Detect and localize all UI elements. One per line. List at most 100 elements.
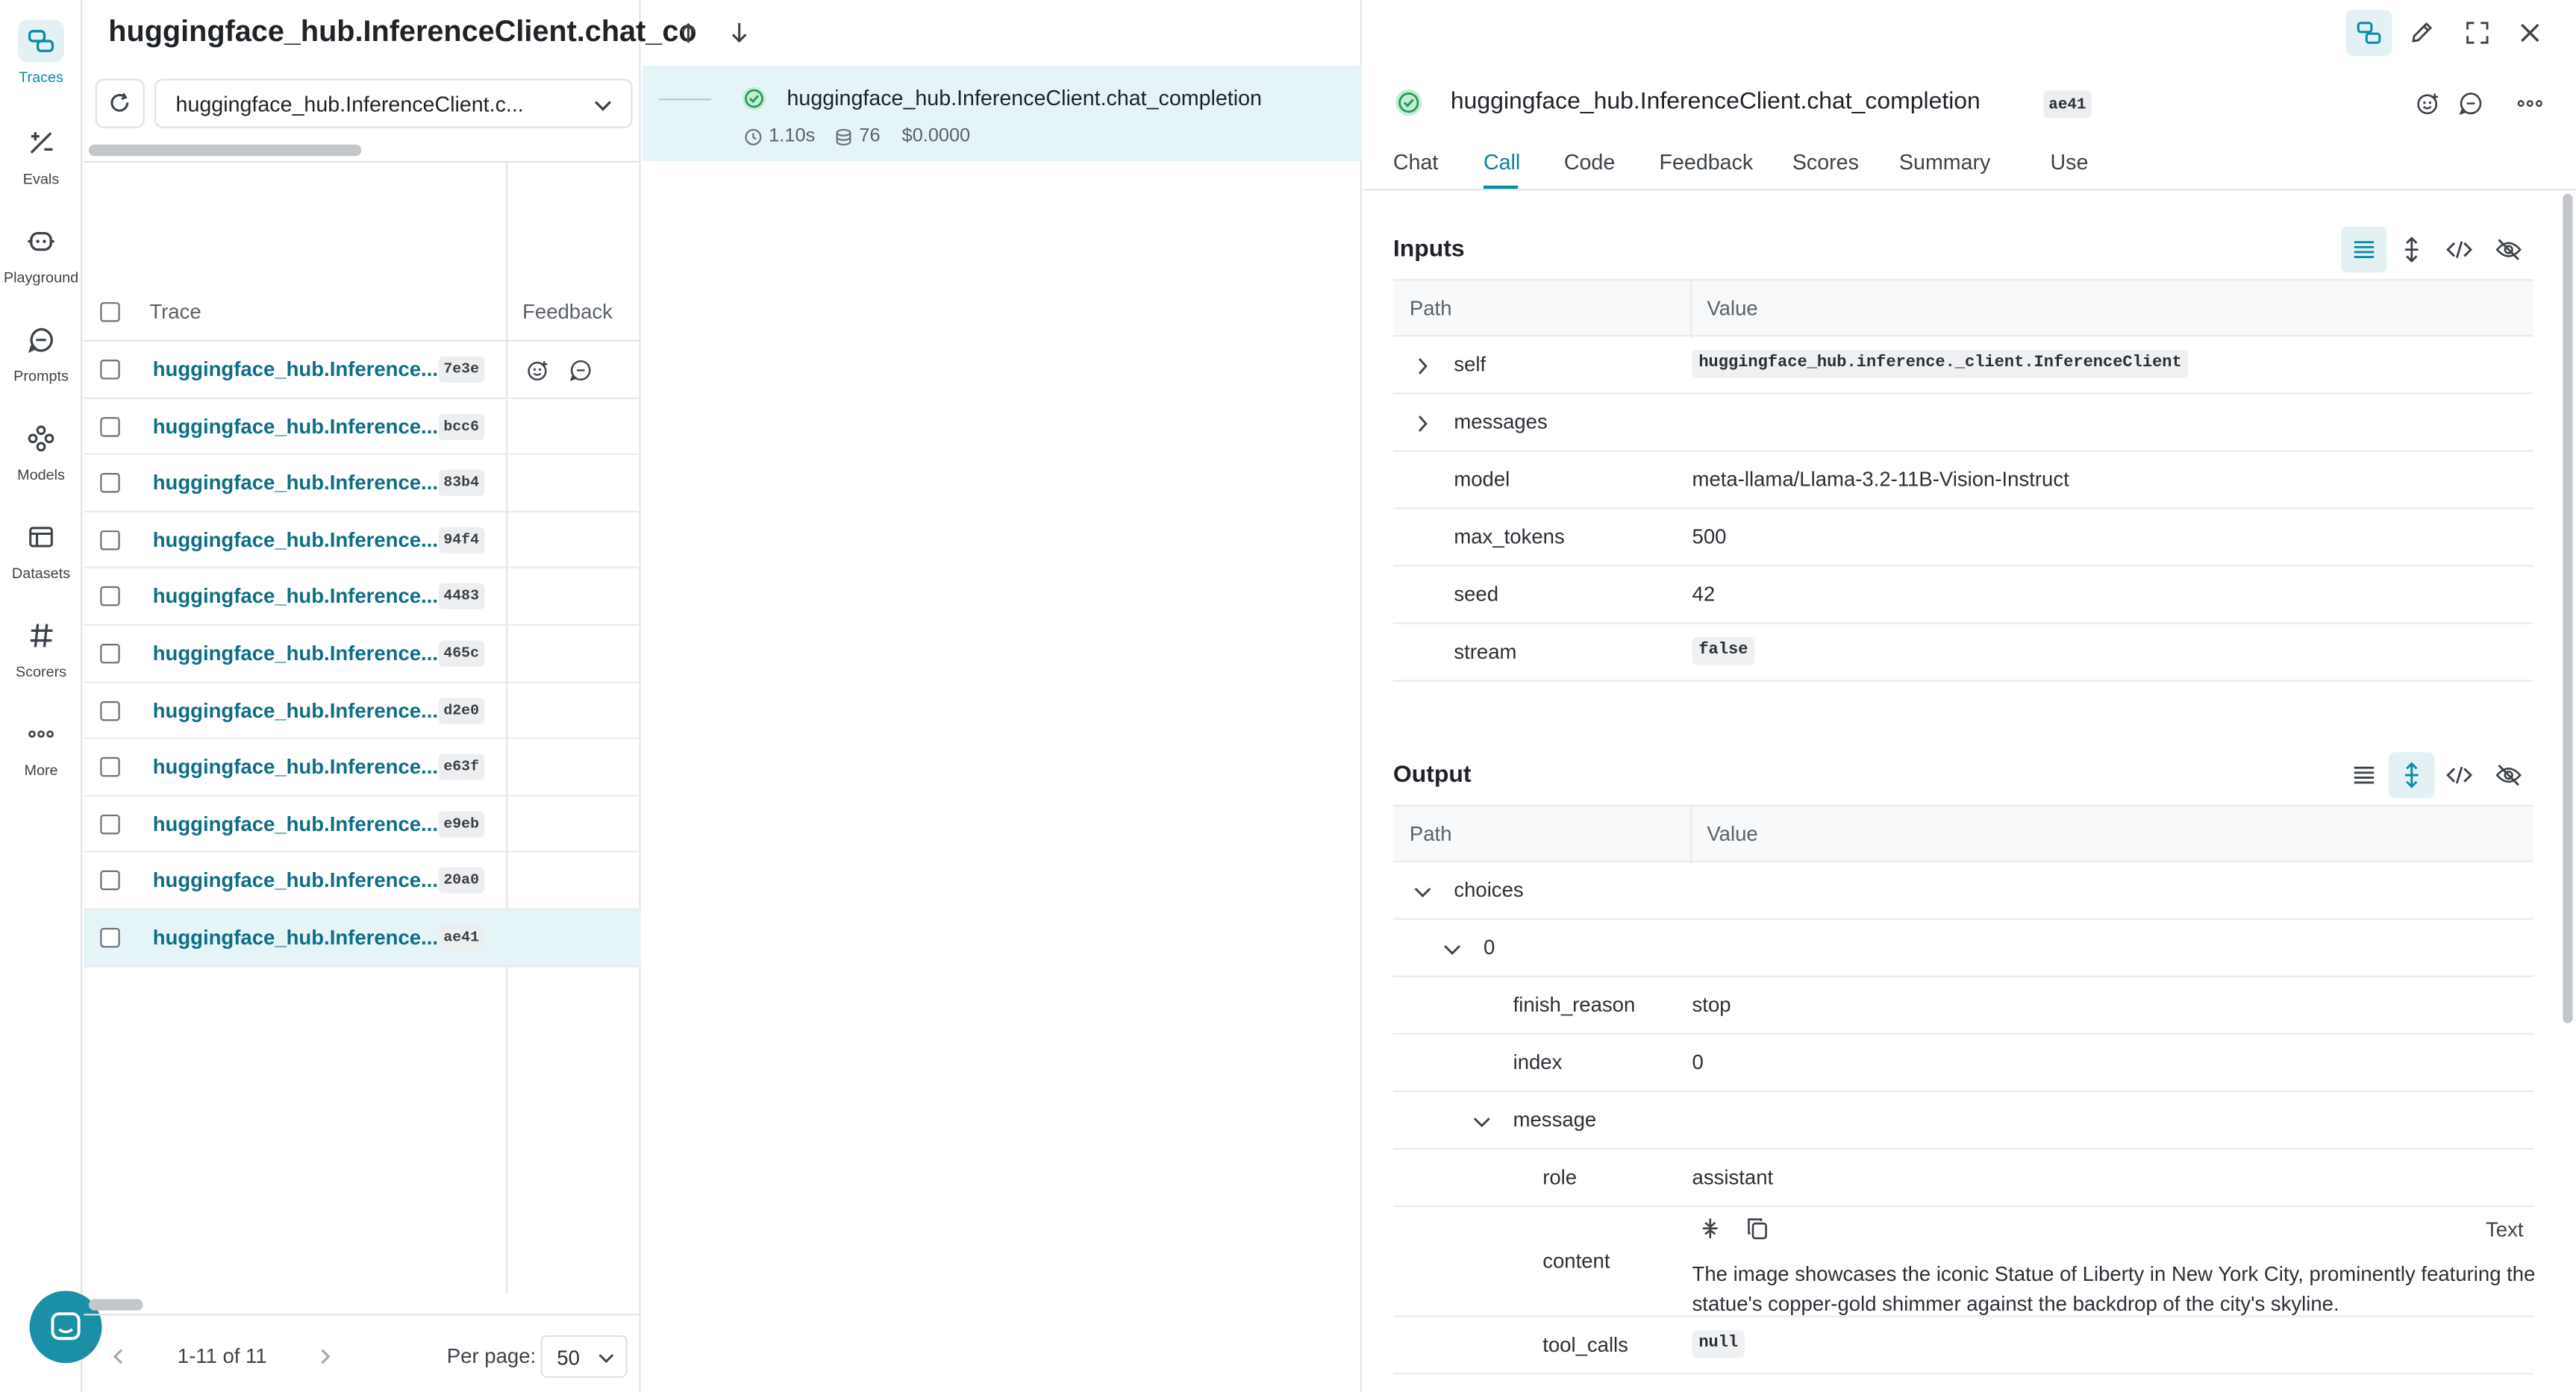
path-header: Path: [1409, 297, 1452, 321]
path-value: null: [1692, 1330, 1745, 1358]
edit-button[interactable]: [2398, 10, 2445, 56]
nav-item-scorers[interactable]: Scorers: [0, 614, 82, 712]
table-row[interactable]: huggingface_hub.Inference... ae41: [84, 909, 641, 967]
trace-column-header[interactable]: Trace: [149, 301, 201, 324]
close-icon: [2521, 23, 2539, 43]
call-hash-badge: ae41: [2043, 90, 2092, 119]
trace-name[interactable]: huggingface_hub.Inference...: [153, 471, 438, 495]
trace-name[interactable]: huggingface_hub.Inference...: [153, 528, 438, 551]
nav-item-datasets[interactable]: Datasets: [0, 515, 82, 614]
row-checkbox[interactable]: [100, 700, 120, 721]
add-reaction-icon[interactable]: [2415, 90, 2441, 116]
detail-vertical-scrollbar[interactable]: [2563, 193, 2573, 1023]
row-checkbox[interactable]: [100, 757, 120, 777]
call-tree-item[interactable]: huggingface_hub.InferenceClient.chat_com…: [642, 66, 1363, 161]
chevron-down-icon: [598, 1354, 614, 1364]
prev-page-icon[interactable]: [110, 1346, 127, 1366]
table-row[interactable]: huggingface_hub.Inference... 20a0: [84, 853, 641, 910]
table-row[interactable]: huggingface_hub.Inference... 83b4: [84, 455, 641, 512]
output-row-tool-calls: tool_calls null: [1392, 1317, 2533, 1375]
table-row[interactable]: huggingface_hub.Inference... 465c: [84, 626, 641, 683]
output-row-index: index 0: [1392, 1035, 2533, 1092]
output-list-view-button[interactable]: [2341, 752, 2387, 798]
row-checkbox[interactable]: [100, 643, 120, 664]
comment-icon[interactable]: [569, 358, 593, 383]
comment-icon[interactable]: [2457, 90, 2483, 116]
tab-code[interactable]: Code: [1564, 149, 1615, 174]
nav-item-models[interactable]: Models: [0, 417, 82, 515]
row-checkbox[interactable]: [100, 530, 120, 551]
nav-item-evals[interactable]: Evals: [0, 122, 82, 220]
trace-name[interactable]: huggingface_hub.Inference...: [153, 869, 438, 892]
table-row[interactable]: huggingface_hub.Inference... d2e0: [84, 683, 641, 740]
output-hide-button[interactable]: [2486, 752, 2532, 798]
chevron-down-icon[interactable]: [1472, 1112, 1492, 1131]
table-row[interactable]: huggingface_hub.Inference... e63f: [84, 739, 641, 797]
feedback-column-header[interactable]: Feedback: [522, 301, 613, 324]
chevron-right-icon[interactable]: [1413, 414, 1432, 433]
row-checkbox[interactable]: [100, 586, 120, 607]
row-checkbox[interactable]: [100, 871, 120, 891]
chevron-down-icon[interactable]: [1413, 882, 1432, 901]
inputs-code-view-button[interactable]: [2436, 227, 2483, 273]
tab-summary[interactable]: Summary: [1899, 149, 1990, 174]
horizontal-scrollbar-bottom[interactable]: [88, 1299, 143, 1311]
horizontal-scrollbar[interactable]: [88, 144, 362, 157]
table-row[interactable]: huggingface_hub.Inference... 94f4: [84, 512, 641, 569]
refresh-icon: [110, 93, 129, 112]
trace-name[interactable]: huggingface_hub.Inference...: [153, 699, 438, 722]
nav-item-more[interactable]: More: [0, 712, 82, 811]
trace-name[interactable]: huggingface_hub.Inference...: [153, 642, 438, 665]
add-reaction-icon[interactable]: [525, 358, 550, 383]
tab-chat[interactable]: Chat: [1393, 149, 1438, 174]
fullscreen-button[interactable]: [2454, 10, 2501, 56]
nav-item-playground[interactable]: Playground: [0, 220, 82, 319]
arrow-up-icon[interactable]: [678, 22, 698, 45]
row-checkbox[interactable]: [100, 360, 120, 380]
table-row[interactable]: huggingface_hub.Inference... e9eb: [84, 796, 641, 853]
trace-name[interactable]: huggingface_hub.Inference...: [153, 358, 438, 381]
output-code-view-button[interactable]: [2436, 752, 2483, 798]
row-checkbox[interactable]: [100, 814, 120, 834]
tree-view-button[interactable]: [2345, 10, 2392, 56]
table-row[interactable]: huggingface_hub.Inference... bcc6: [84, 398, 641, 456]
chevron-right-icon[interactable]: [1413, 357, 1432, 376]
content-format-label[interactable]: Text: [2486, 1219, 2523, 1242]
per-page-select[interactable]: 50: [540, 1335, 628, 1379]
inputs-hide-button[interactable]: [2486, 227, 2532, 273]
trace-name[interactable]: huggingface_hub.Inference...: [153, 927, 438, 950]
trace-name[interactable]: huggingface_hub.Inference...: [153, 415, 438, 438]
row-checkbox[interactable]: [100, 416, 120, 436]
arrow-down-icon[interactable]: [729, 22, 748, 45]
inputs-list-view-button[interactable]: [2341, 226, 2387, 273]
chevron-down-icon[interactable]: [1442, 939, 1462, 959]
path-key: content: [1542, 1250, 1610, 1273]
output-expand-button[interactable]: [2388, 752, 2435, 798]
trace-name[interactable]: huggingface_hub.Inference...: [153, 812, 438, 835]
tab-feedback[interactable]: Feedback: [1660, 149, 1754, 174]
next-page-icon[interactable]: [317, 1346, 334, 1366]
op-filter-select[interactable]: huggingface_hub.InferenceClient.c...: [154, 78, 633, 128]
collapse-icon[interactable]: [1701, 1217, 1720, 1240]
trace-name[interactable]: huggingface_hub.Inference...: [153, 586, 438, 609]
nav-item-prompts[interactable]: Prompts: [0, 319, 82, 417]
tab-use[interactable]: Use: [2050, 149, 2088, 174]
table-row[interactable]: huggingface_hub.Inference... 7e3e: [84, 342, 641, 399]
select-all-checkbox[interactable]: [100, 302, 120, 322]
tab-scores[interactable]: Scores: [1792, 149, 1859, 174]
inputs-expand-button[interactable]: [2389, 227, 2435, 273]
tree-connector: [658, 98, 712, 101]
path-key: max_tokens: [1454, 525, 1565, 549]
nav-item-traces[interactable]: Traces: [0, 19, 82, 118]
tab-call[interactable]: Call: [1484, 149, 1520, 174]
more-options-icon[interactable]: [2517, 98, 2543, 108]
copy-icon[interactable]: [1746, 1217, 1768, 1240]
refresh-button[interactable]: [95, 78, 145, 128]
input-row-max-tokens: max_tokens 500: [1392, 509, 2533, 567]
trace-name[interactable]: huggingface_hub.Inference...: [153, 756, 438, 779]
row-checkbox[interactable]: [100, 927, 120, 948]
path-value: assistant: [1692, 1166, 1774, 1189]
close-button[interactable]: [2507, 10, 2553, 56]
row-checkbox[interactable]: [100, 473, 120, 493]
table-row[interactable]: huggingface_hub.Inference... 4483: [84, 569, 641, 626]
